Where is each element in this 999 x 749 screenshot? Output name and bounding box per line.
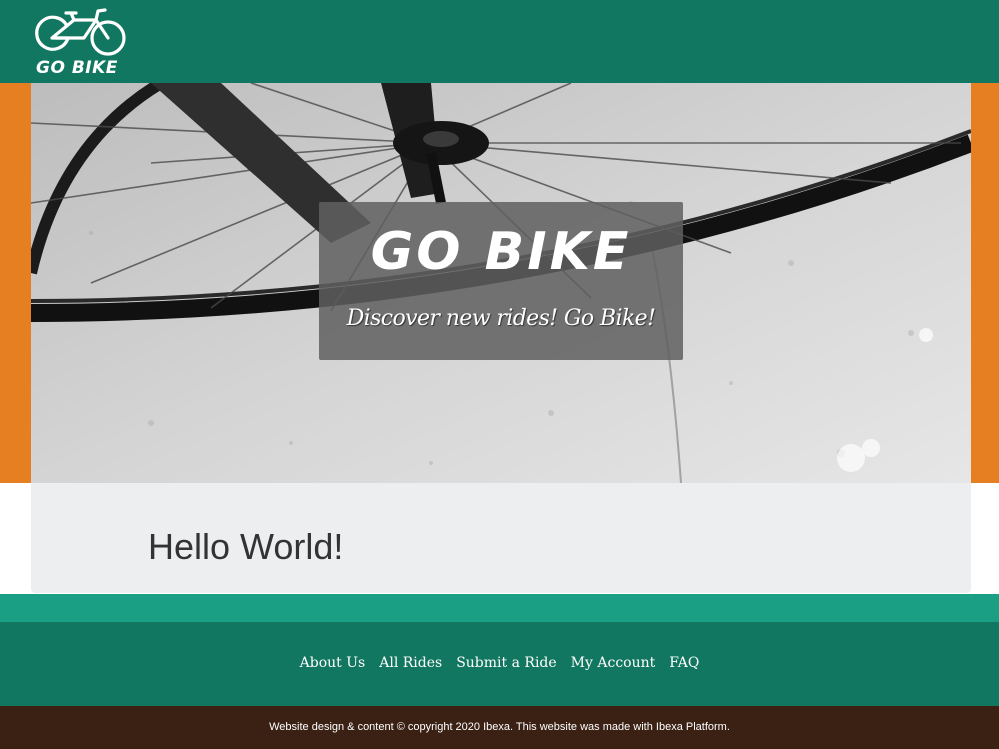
hero-banner: GO BIKE Discover new rides! Go Bike!	[31, 83, 971, 483]
footer-nav: About Us All Rides Submit a Ride My Acco…	[0, 653, 999, 673]
main-content: Hello World!	[31, 483, 971, 593]
hero-overlay-box: GO BIKE Discover new rides! Go Bike!	[319, 202, 683, 360]
logo-wordmark: GO BIKE	[36, 58, 118, 78]
site-footer: About Us All Rides Submit a Ride My Acco…	[0, 622, 999, 706]
footer-link-all-rides[interactable]: All Rides	[379, 653, 442, 673]
site-header: GO BIKE	[0, 0, 999, 83]
page-heading: Hello World!	[148, 526, 344, 567]
footer-link-submit-ride[interactable]: Submit a Ride	[456, 653, 556, 673]
hero-title: GO BIKE	[370, 222, 632, 282]
footer-link-faq[interactable]: FAQ	[669, 653, 699, 673]
footer-link-about-us[interactable]: About Us	[300, 653, 366, 673]
hero-subtitle: Discover new rides! Go Bike!	[346, 306, 656, 331]
go-bike-logo[interactable]: GO BIKE	[34, 4, 128, 78]
footer-link-my-account[interactable]: My Account	[571, 653, 656, 673]
copyright-bar: Website design & content © copyright 202…	[0, 706, 999, 749]
bicycle-icon	[35, 8, 126, 56]
footer-divider-strip	[0, 594, 999, 622]
